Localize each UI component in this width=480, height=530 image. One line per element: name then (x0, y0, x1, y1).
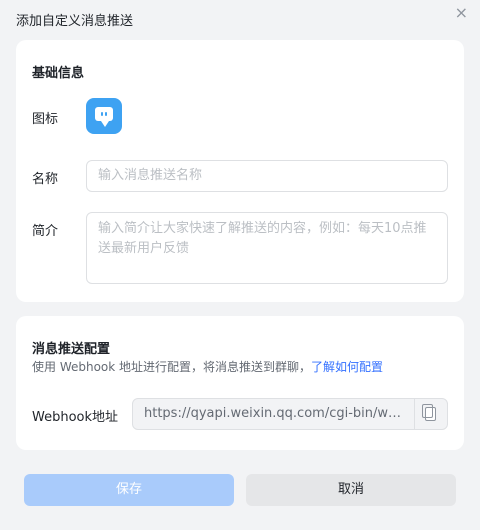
copy-icon (422, 404, 436, 421)
learn-config-link[interactable]: 了解如何配置 (311, 360, 383, 374)
intro-label: 简介 (32, 224, 59, 239)
save-button[interactable]: 保存 (24, 474, 234, 506)
webhook-url-value: https://qyapi.weixin.qq.com/cgi-bin/webh… (144, 406, 406, 421)
dialog-title: 添加自定义消息推送 (16, 14, 134, 29)
description-text: 使用 Webhook 地址进行配置，将消息推送到群聊， (32, 360, 312, 374)
webhook-url-field[interactable]: https://qyapi.weixin.qq.com/cgi-bin/webh… (132, 398, 448, 430)
name-input[interactable]: 输入消息推送名称 (86, 160, 448, 192)
webhook-label: Webhook地址 (32, 410, 119, 425)
basic-info-card: 基础信息 图标 名称 输入消息推送名称 简介 输入简介让大家快速了解推送的内容，… (16, 40, 464, 302)
name-label: 名称 (32, 172, 59, 187)
dialog-header: 添加自定义消息推送 × (0, 0, 480, 38)
basic-info-title: 基础信息 (32, 66, 85, 81)
push-config-title: 消息推送配置 (32, 342, 111, 357)
close-icon[interactable]: × (455, 5, 468, 21)
intro-textarea[interactable]: 输入简介让大家快速了解推送的内容，例如：每天10点推送最新用户反馈 (86, 212, 448, 284)
icon-label: 图标 (32, 112, 59, 127)
cancel-button[interactable]: 取消 (246, 474, 456, 506)
chat-bubble-icon[interactable] (86, 98, 122, 134)
push-config-card: 消息推送配置 使用 Webhook 地址进行配置，将消息推送到群聊，了解如何配置… (16, 316, 464, 450)
copy-button[interactable] (414, 399, 447, 429)
config-description: 使用 Webhook 地址进行配置，将消息推送到群聊，了解如何配置 (32, 358, 383, 375)
